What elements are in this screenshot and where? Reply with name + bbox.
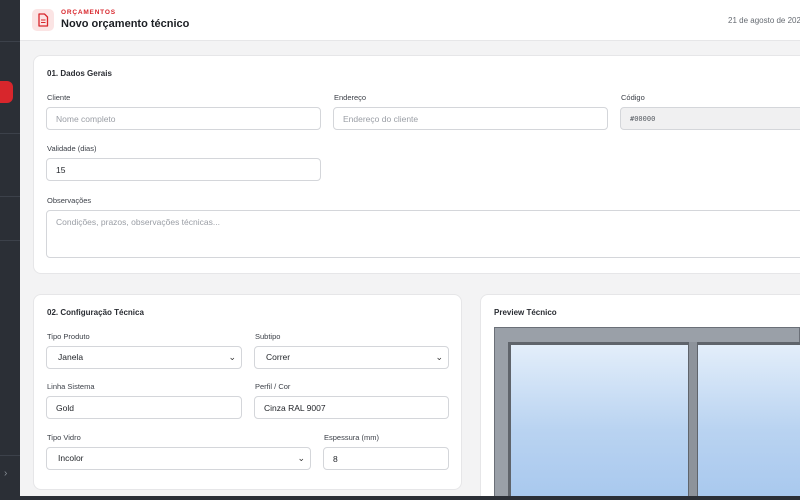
tipo-produto-value: Janela <box>58 352 84 362</box>
codigo-field <box>620 107 800 130</box>
cliente-label: Cliente <box>47 93 71 102</box>
chevron-down-icon: ⌄ <box>435 352 443 362</box>
codigo-label: Código <box>621 93 645 102</box>
sidebar-divider <box>0 455 20 456</box>
sidebar: › <box>0 0 20 500</box>
bottom-bar <box>20 496 800 500</box>
section-title-general: 01. Dados Gerais <box>47 69 112 78</box>
validade-label: Validade (dias) <box>47 144 97 153</box>
endereco-label: Endereço <box>334 93 367 102</box>
chevron-down-icon: ⌄ <box>297 453 305 463</box>
page-title: Novo orçamento técnico <box>61 18 190 30</box>
glass-panel-left <box>511 345 688 500</box>
linha-sistema-label: Linha Sistema <box>47 382 95 391</box>
espessura-input[interactable] <box>323 447 449 470</box>
section-title-tech: 02. Configuração Técnica <box>47 308 144 317</box>
sidebar-item-active[interactable] <box>0 81 13 103</box>
preview-title: Preview Técnico <box>494 308 557 317</box>
tipo-produto-label: Tipo Produto <box>47 332 90 341</box>
validade-input[interactable] <box>46 158 321 181</box>
perfil-cor-label: Perfil / Cor <box>255 382 291 391</box>
tipo-vidro-value: Incolor <box>58 453 84 463</box>
perfil-cor-input[interactable] <box>254 396 449 419</box>
collapse-arrow-icon[interactable]: › <box>4 469 7 479</box>
header-date: 21 de agosto de 202 <box>728 16 800 25</box>
observacoes-textarea[interactable] <box>46 210 800 258</box>
glass-panel-right <box>698 345 800 500</box>
tipo-produto-select[interactable]: Janela ⌄ <box>46 346 242 369</box>
subtipo-label: Subtipo <box>255 332 281 341</box>
observacoes-label: Observações <box>47 196 92 205</box>
endereco-input[interactable] <box>333 107 608 130</box>
breadcrumb[interactable]: ORÇAMENTOS <box>61 9 116 16</box>
tipo-vidro-select[interactable]: Incolor ⌄ <box>46 447 311 470</box>
chevron-down-icon: ⌄ <box>228 352 236 362</box>
subtipo-value: Correr <box>266 352 291 362</box>
sidebar-divider <box>0 196 20 197</box>
tipo-vidro-label: Tipo Vidro <box>47 433 81 442</box>
linha-sistema-input[interactable] <box>46 396 242 419</box>
document-icon <box>32 9 54 31</box>
window-mullion <box>688 342 698 500</box>
subtipo-select[interactable]: Correr ⌄ <box>254 346 449 369</box>
espessura-label: Espessura (mm) <box>324 433 380 442</box>
sidebar-divider <box>0 240 20 241</box>
sidebar-divider <box>0 41 20 42</box>
sidebar-divider <box>0 133 20 134</box>
cliente-input[interactable] <box>46 107 321 130</box>
page-header: ORÇAMENTOS Novo orçamento técnico 21 de … <box>20 0 800 41</box>
